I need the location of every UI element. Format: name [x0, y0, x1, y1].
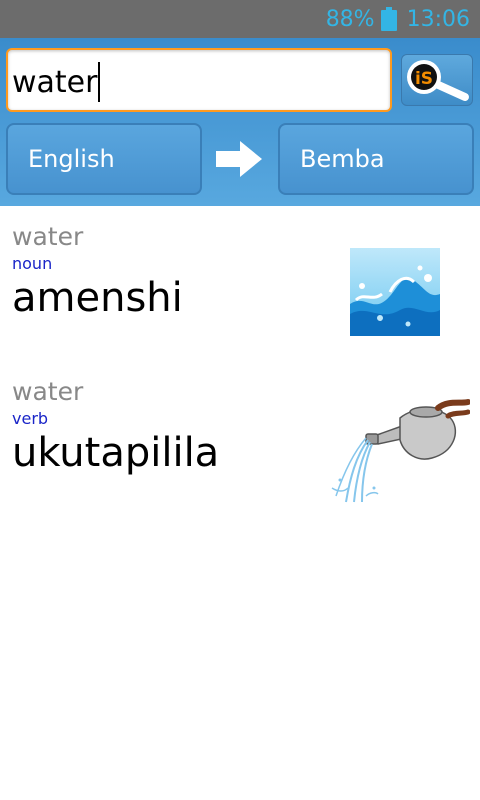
translator-header: water iS English Bemba [0, 38, 480, 206]
battery-icon [380, 7, 397, 31]
target-language-label: Bemba [300, 145, 385, 173]
source-word: water [12, 222, 84, 251]
logo-text: iS [415, 69, 433, 89]
source-word: water [12, 377, 84, 406]
source-language-label: English [28, 145, 115, 173]
status-bar: 88% 13:06 [0, 0, 480, 38]
text-cursor [98, 62, 101, 102]
search-magnifier-icon: iS [407, 60, 469, 101]
part-of-speech: verb [12, 409, 49, 428]
battery-percentage: 88% [325, 6, 375, 32]
result-item[interactable]: water verb ukutapilila [12, 377, 219, 476]
search-button[interactable]: iS [401, 54, 473, 106]
result-item[interactable]: water noun amenshi [12, 222, 183, 321]
part-of-speech: noun [12, 254, 53, 273]
clock: 13:06 [406, 6, 470, 32]
target-language-button[interactable]: Bemba [278, 123, 474, 195]
translation: ukutapilila [12, 430, 220, 476]
source-language-button[interactable]: English [6, 123, 202, 195]
translation: amenshi [12, 275, 183, 321]
search-input[interactable]: water [6, 48, 392, 112]
water-splash-image [350, 248, 440, 336]
arrow-right-icon[interactable] [214, 139, 264, 179]
search-input-value[interactable]: water [12, 62, 101, 102]
watering-can-image [331, 399, 470, 503]
